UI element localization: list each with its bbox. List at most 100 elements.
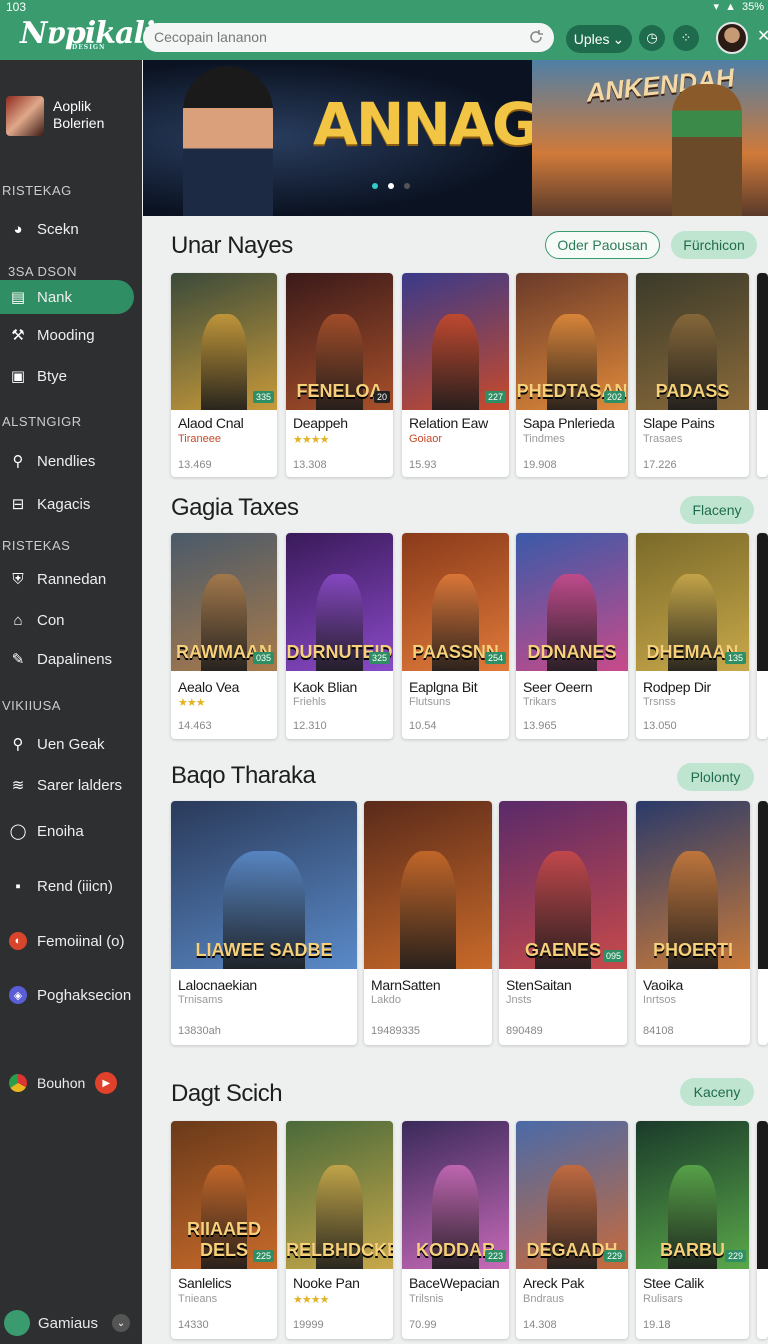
footer-avatar bbox=[4, 1310, 30, 1336]
sidebar-item-label: Poghaksecion bbox=[37, 986, 132, 1004]
game-card[interactable]: PHEDTASAN 202 Sapa Pnlerieda Tindmes 19.… bbox=[516, 273, 628, 477]
sidebar-item-kagacis[interactable]: ⊟ Kagacis bbox=[0, 487, 134, 521]
filter-button[interactable]: Plolonty bbox=[677, 763, 754, 791]
search-input[interactable]: Cecopain lananon bbox=[154, 29, 267, 45]
game-card[interactable]: BARBU 229 Stee Calik Rulisars 19.18 bbox=[636, 1121, 749, 1339]
game-card[interactable]: PAASSNN 254 Eaplgna Bit Flutsuns 10.54 bbox=[402, 533, 509, 739]
sidebar-item-btye[interactable]: ▣ Btye bbox=[0, 359, 134, 393]
sidebar-item-label: Enoiha bbox=[37, 822, 84, 840]
game-card[interactable]: FENELOA 20 Deappeh ★★★★ 13.308 bbox=[286, 273, 393, 477]
game-title: Eaplgna Bit bbox=[409, 679, 478, 695]
carousel-dot[interactable] bbox=[388, 183, 394, 189]
sidebar-item-uen-geak[interactable]: ⚲ Uen Geak bbox=[0, 727, 134, 761]
play-count: 890489 bbox=[506, 1025, 543, 1037]
sidebar-item-bouhon[interactable]: Bouhon ▶ bbox=[0, 1066, 134, 1100]
filter-button[interactable]: Oder Paousan bbox=[545, 231, 660, 259]
profile-name[interactable]: Aoplik Bolerien bbox=[53, 98, 104, 132]
hero-character bbox=[183, 66, 273, 216]
carousel-dot[interactable] bbox=[404, 183, 410, 189]
game-card[interactable]: GAENES 095 StenSaitan Jnsts 890489 bbox=[499, 801, 627, 1045]
sidebar-item-nendlies[interactable]: ⚲ Nendlies bbox=[0, 444, 134, 478]
search-bar[interactable]: Cecopain lananon bbox=[143, 23, 554, 52]
filter-button[interactable]: Kaceny bbox=[680, 1078, 754, 1106]
game-card[interactable]: 227 Relation Eaw Goiaor 15.93 bbox=[402, 273, 509, 477]
game-card[interactable]: RELBHDCKER Nooke Pan ★★★★ 19999 bbox=[286, 1121, 393, 1339]
rating-badge: 223 bbox=[484, 1250, 506, 1262]
game-title: Alaod Cnal bbox=[178, 415, 244, 431]
game-title: MarnSatten bbox=[371, 977, 441, 993]
game-title: Rodpep Dir bbox=[643, 679, 711, 695]
hero-banner-secondary[interactable]: ANKENDAH bbox=[532, 60, 768, 216]
cover-wordmark: PADASS bbox=[655, 381, 730, 401]
section-title: Dagt Scich bbox=[171, 1080, 283, 1107]
pin-icon: ⚲ bbox=[12, 453, 24, 470]
sidebar-item-label: Nank bbox=[37, 288, 73, 306]
game-cover bbox=[757, 1121, 768, 1269]
hero-banner-main[interactable]: ANNAGA bbox=[143, 60, 582, 216]
close-icon[interactable]: ✕ bbox=[757, 26, 768, 46]
play-icon: ▶ bbox=[95, 1072, 118, 1094]
footer-user[interactable]: Gamiaus ⌄ bbox=[4, 1310, 131, 1336]
game-card-partial[interactable] bbox=[758, 801, 768, 1045]
rating-badge: 035 bbox=[252, 652, 274, 664]
game-card[interactable]: PHOERTI Vaoika Inrtsos 84108 bbox=[636, 801, 750, 1045]
sidebar-item-poghaksecion[interactable]: ◈ Poghaksecion bbox=[0, 978, 134, 1012]
cover-wordmark: DDNANES bbox=[527, 642, 617, 662]
game-cover bbox=[364, 801, 492, 969]
game-card[interactable]: DEGAADH 229 Areck Pak Bndraus 14.308 bbox=[516, 1121, 628, 1339]
sidebar-item-dapalinens[interactable]: ✎ Dapalinens bbox=[0, 642, 134, 676]
game-card[interactable]: MarnSatten Lakdo 19489335 bbox=[364, 801, 492, 1045]
app-logo[interactable]: Nɐpikali DESIGN bbox=[20, 16, 155, 51]
sidebar-item-mooding[interactable]: ⚒ Mooding bbox=[0, 318, 134, 352]
rating-badge: 095 bbox=[602, 950, 624, 962]
game-subtitle: ★★★★ bbox=[293, 434, 329, 446]
section-title: Gagia Taxes bbox=[171, 494, 299, 521]
game-cover: PADASS bbox=[636, 273, 749, 410]
game-card[interactable]: LIAWEE SADBE Lalocnaekian Trnisams 13830… bbox=[171, 801, 357, 1045]
layers-icon: ≋ bbox=[11, 777, 25, 794]
filter-button[interactable]: Flaceny bbox=[680, 496, 754, 524]
grid-icon[interactable]: ⁘ bbox=[673, 25, 699, 51]
wifi-icon: ▾ bbox=[713, 1, 720, 13]
cover-character bbox=[431, 314, 480, 410]
game-subtitle: Trasaes bbox=[643, 433, 683, 445]
sidebar-item-rend[interactable]: ▪ Rend (iiicn) bbox=[0, 869, 134, 903]
game-card-partial[interactable] bbox=[757, 1121, 768, 1339]
tools-icon: ⚒ bbox=[11, 327, 25, 344]
play-count: 10.54 bbox=[409, 720, 437, 732]
clock-icon[interactable]: ◷ bbox=[639, 25, 665, 51]
chevron-down-icon[interactable]: ⌄ bbox=[112, 1314, 131, 1332]
game-subtitle: Trikars bbox=[523, 696, 557, 708]
sidebar-item-con[interactable]: ⌂ Con bbox=[0, 603, 134, 637]
game-card-partial[interactable] bbox=[757, 273, 768, 477]
play-count: 19.908 bbox=[523, 459, 557, 471]
game-card[interactable]: 335 Alaod Cnal Tiraneee 13.469 bbox=[171, 273, 277, 477]
shield-icon: ⛨ bbox=[12, 570, 24, 588]
game-cover bbox=[757, 273, 768, 410]
profile-avatar[interactable] bbox=[6, 96, 44, 136]
game-card-partial[interactable] bbox=[757, 533, 768, 739]
game-card[interactable]: RAWMAAN 035 Aealo Vea ★★★ 14.463 bbox=[171, 533, 277, 739]
sidebar-item-rannedan[interactable]: ⛨ Rannedan bbox=[0, 562, 134, 596]
sidebar-item-femoiinal[interactable]: ◐ Femoiinal (o) bbox=[0, 924, 134, 958]
carousel-dots[interactable] bbox=[372, 183, 410, 189]
sidebar-item-enoiha[interactable]: ◯ Enoiha bbox=[0, 814, 134, 848]
circle-icon: ◐ bbox=[9, 932, 27, 950]
game-card[interactable]: DHEMAAN 135 Rodpep Dir Trsnss 13.050 bbox=[636, 533, 749, 739]
game-card[interactable]: RIIAAED DELS 225 Sanlelics Tnieans 14330 bbox=[171, 1121, 277, 1339]
game-card[interactable]: DURNUTEID 325 Kaok Blian Friehls 12.310 bbox=[286, 533, 393, 739]
sidebar-item-sarer-lalders[interactable]: ≋ Sarer lalders bbox=[0, 768, 134, 802]
update-button[interactable]: Uples ⌄ bbox=[566, 25, 632, 53]
game-card[interactable]: DDNANES Seer Oeern Trikars 13.965 bbox=[516, 533, 628, 739]
rating-badge: 325 bbox=[368, 652, 390, 664]
game-subtitle: Bndraus bbox=[523, 1293, 564, 1305]
sidebar-item-nank[interactable]: ▤ Nank bbox=[0, 280, 134, 314]
sidebar-item-scekn[interactable]: ◕ Scekn bbox=[0, 212, 134, 246]
game-card[interactable]: KODDAR 223 BaceWepacian Trilsnis 70.99 bbox=[402, 1121, 509, 1339]
game-card[interactable]: PADASS Slape Pains Trasaes 17.226 bbox=[636, 273, 749, 477]
carousel-dot[interactable] bbox=[372, 183, 378, 189]
top-bar: 103 ▾ ▲ 35% Nɐpikali DESIGN Cecopain lana… bbox=[0, 0, 768, 60]
refresh-icon[interactable] bbox=[528, 29, 544, 45]
user-avatar[interactable] bbox=[716, 22, 748, 54]
filter-button[interactable]: Fürchicon bbox=[671, 231, 757, 259]
